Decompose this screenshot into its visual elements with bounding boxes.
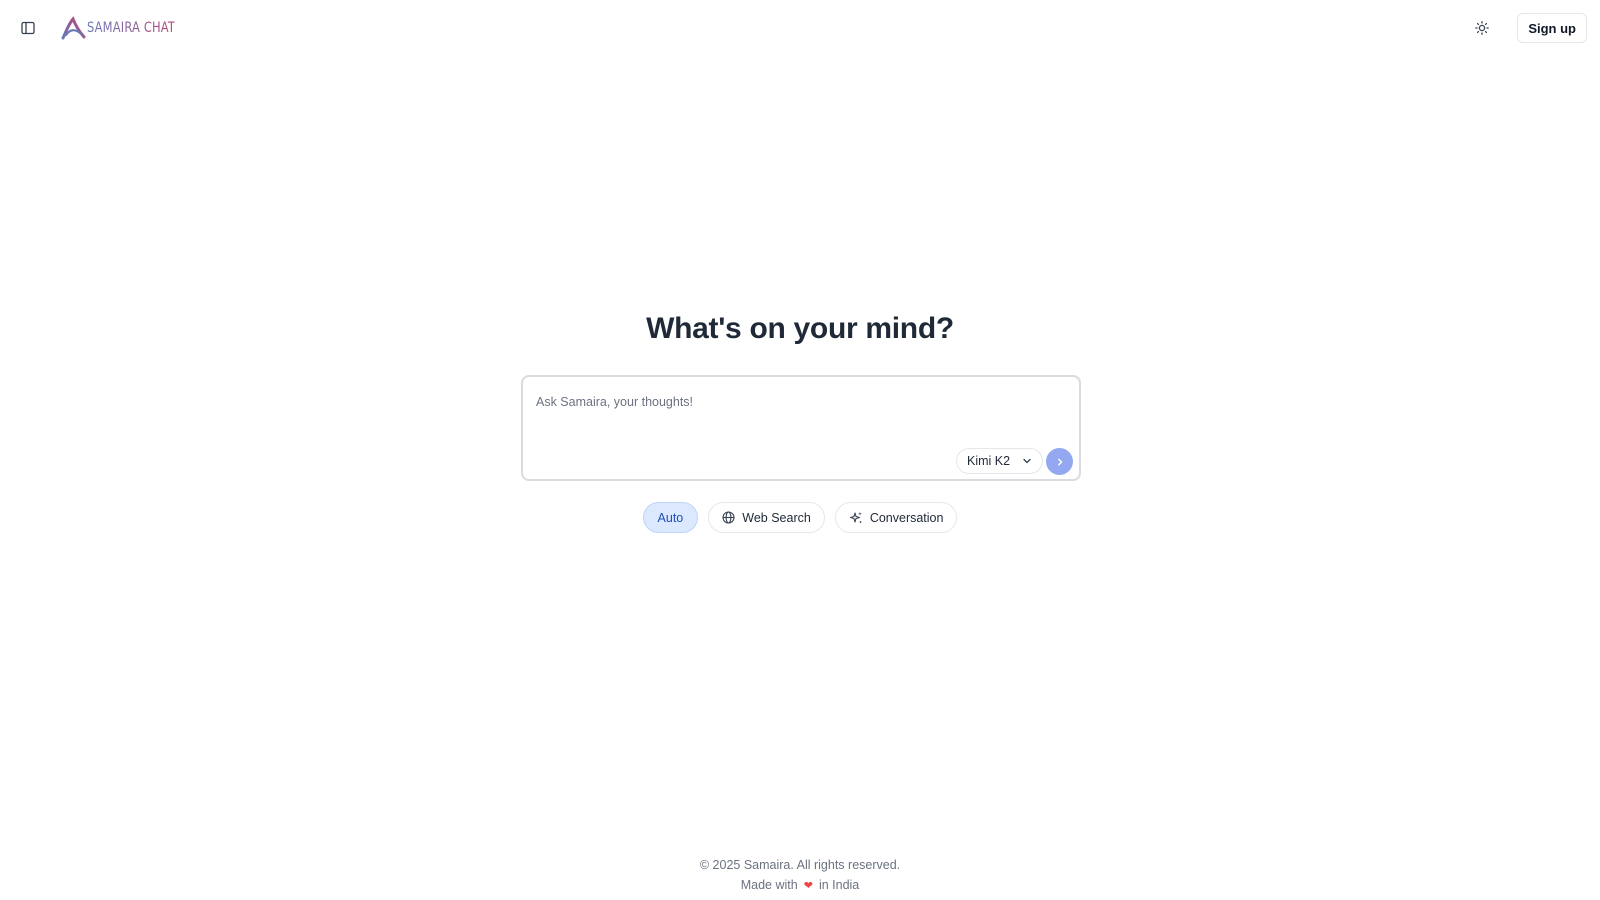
sparkles-icon <box>849 511 863 525</box>
top-bar: SAMAIRA CHAT Sign up <box>0 0 1600 56</box>
globe-icon <box>722 511 735 524</box>
header-left: SAMAIRA CHAT <box>16 15 194 41</box>
made-with-line: Made with ❤ in India <box>0 875 1600 896</box>
theme-toggle-button[interactable] <box>1467 13 1497 43</box>
sign-up-button[interactable]: Sign up <box>1517 13 1587 43</box>
chevron-down-icon <box>1023 458 1031 464</box>
copyright-text: © 2025 Samaira. All rights reserved. <box>699 858 901 872</box>
heart-icon: ❤ <box>803 880 813 892</box>
mode-label: Conversation <box>869 510 944 525</box>
model-selector[interactable]: Kimi K2 <box>956 448 1043 474</box>
mode-selector: Auto Web Search Conversation <box>0 502 1600 533</box>
send-button[interactable] <box>1046 448 1073 475</box>
made-with-suffix: in India <box>818 878 860 892</box>
brand-name: SAMAIRA CHAT <box>87 20 176 36</box>
mode-label: Web Search <box>742 510 811 525</box>
sidebar-toggle-button[interactable] <box>16 16 40 40</box>
made-with-prefix: Made with <box>740 878 798 892</box>
mode-conversation-chip[interactable]: Conversation <box>834 502 958 533</box>
brand-logo[interactable]: SAMAIRA CHAT <box>60 15 194 41</box>
footer: © 2025 Samaira. All rights reserved. Mad… <box>0 855 1600 896</box>
page-title: What's on your mind? <box>646 312 954 345</box>
header-right: Sign up <box>1467 13 1587 43</box>
model-selected-label: Kimi K2 <box>967 454 1011 468</box>
mode-auto-chip[interactable]: Auto <box>642 502 699 533</box>
chevron-right-icon <box>1057 458 1062 465</box>
prompt-composer: Kimi K2 <box>521 375 1081 481</box>
mode-web-search-chip[interactable]: Web Search <box>708 502 825 533</box>
prompt-input[interactable] <box>536 391 1056 413</box>
samaira-logo-icon <box>61 16 86 40</box>
mode-label: Auto <box>657 510 684 525</box>
sidebar-panel-icon <box>21 21 35 35</box>
sun-icon <box>1475 21 1490 35</box>
